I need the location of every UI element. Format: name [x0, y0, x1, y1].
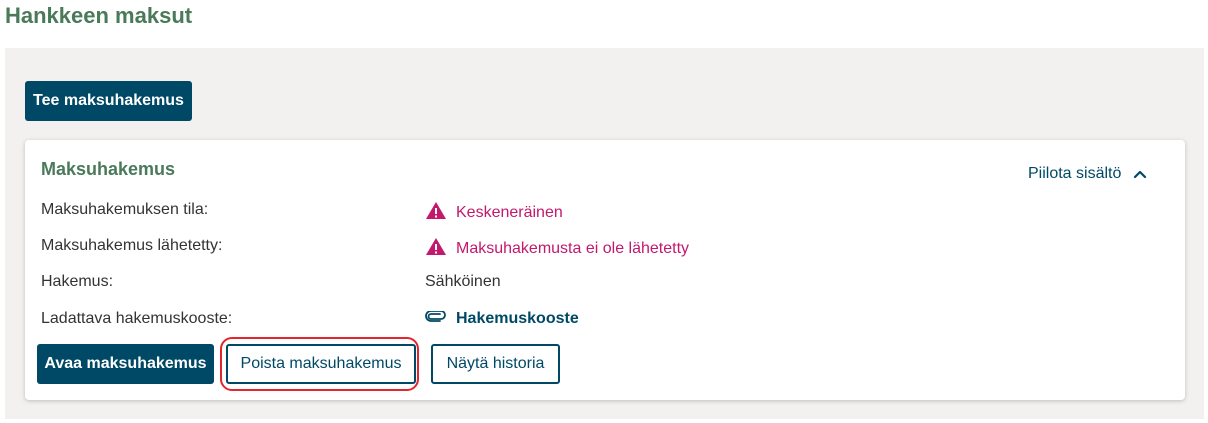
sent-value: Maksuhakemusta ei ole lähetetty [425, 237, 689, 261]
paperclip-icon [425, 310, 447, 328]
open-payment-application-button[interactable]: Avaa maksuhakemus [37, 344, 214, 384]
status-label: Maksuhakemuksen tila: [41, 201, 209, 218]
application-label: Hakemus: [41, 273, 114, 290]
summary-download-link[interactable]: Hakemuskooste [425, 310, 579, 328]
payment-application-card: Maksuhakemus Piilota sisältö Maksuhakemu… [25, 140, 1185, 400]
chevron-up-icon [1133, 169, 1147, 179]
application-value: Sähköinen [425, 273, 501, 290]
warning-icon [425, 237, 447, 261]
hide-content-toggle[interactable]: Piilota sisältö [1028, 165, 1147, 183]
card-title: Maksuhakemus [41, 159, 176, 179]
status-text: Keskeneräinen [456, 204, 563, 221]
status-value: Keskeneräinen [425, 201, 563, 225]
summary-link-text: Hakemuskooste [456, 310, 579, 327]
page-title: Hankkeen maksut [5, 3, 193, 28]
summary-label: Ladattava hakemuskooste: [41, 310, 233, 327]
show-history-button[interactable]: Näytä historia [431, 344, 560, 384]
delete-payment-application-button[interactable]: Poista maksuhakemus [226, 344, 416, 384]
hide-content-label: Piilota sisältö [1028, 165, 1122, 182]
sent-label: Maksuhakemus lähetetty: [41, 237, 223, 254]
payments-panel: Tee maksuhakemus Maksuhakemus Piilota si… [5, 48, 1204, 419]
sent-text: Maksuhakemusta ei ole lähetetty [456, 240, 690, 257]
warning-icon [425, 201, 447, 225]
create-payment-application-button[interactable]: Tee maksuhakemus [25, 81, 192, 121]
